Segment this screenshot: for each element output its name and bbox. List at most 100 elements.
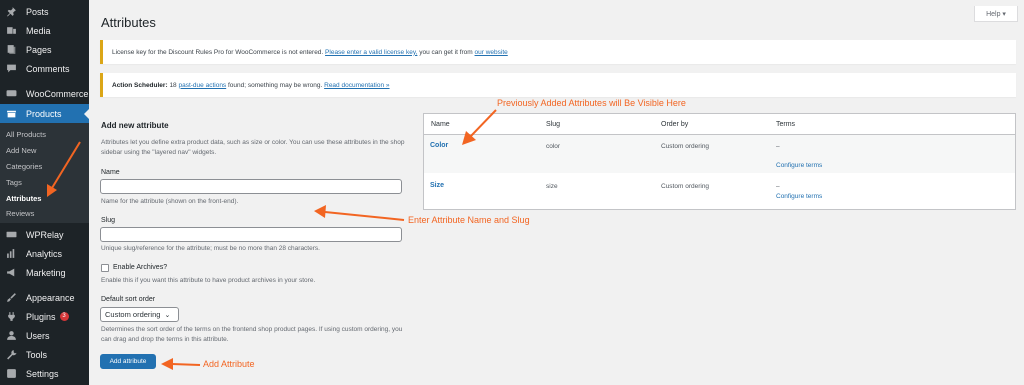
menu-label: Settings [26,368,59,379]
enable-archives-label[interactable]: Enable Archives? [113,264,167,271]
attribute-slug: size [546,183,558,190]
scheduler-count: 18 [169,81,177,89]
menu-label: Marketing [26,267,66,278]
menu-comments[interactable]: Comments [0,59,89,78]
arrow-head [161,358,173,370]
menu-label: Comments [26,63,70,74]
menu-label: Products [26,108,62,119]
menu-label: WPRelay [26,229,64,240]
megaphone-icon [5,267,17,279]
menu-label: Plugins [26,311,56,322]
column-header-name: Name [431,121,450,128]
submenu-attributes[interactable]: Attributes [6,194,41,203]
submenu-reviews[interactable]: Reviews [6,209,34,218]
menu-label: Posts [26,6,49,17]
users-icon [5,330,17,342]
woocommerce-icon [5,88,17,100]
menu-appearance[interactable]: Appearance [0,288,89,307]
enable-archives-checkbox[interactable] [101,264,109,272]
arrow-head [314,205,326,218]
license-notice-mid: you can get it from [419,48,473,56]
sort-order-value: Custom ordering [105,310,161,319]
attributes-intro: Attributes let you define extra product … [101,139,405,156]
read-documentation-link[interactable]: Read documentation » [324,82,389,89]
annotation-add: Add Attribute [203,359,255,369]
arrow-to-name-field [324,211,405,221]
sort-order-select[interactable]: Custom ordering ⌄ [100,307,179,322]
attribute-order: Custom ordering [661,143,710,150]
menu-label: Users [26,330,50,341]
name-input[interactable] [100,179,402,194]
products-submenu: All Products Add New Categories Tags Att… [0,123,89,223]
our-website-link[interactable]: our website [475,49,508,56]
menu-analytics[interactable]: Analytics [0,244,89,263]
attributes-table: Name Slug Order by Terms Color color Cus… [423,113,1016,210]
menu-marketing[interactable]: Marketing [0,263,89,282]
attribute-terms: – [776,143,780,150]
license-notice-text: License key for the Discount Rules Pro f… [112,48,324,56]
submenu-all-products[interactable]: All Products [6,130,46,139]
help-tab-button[interactable]: Help ▾ [974,6,1018,22]
slug-help: Unique slug/reference for the attribute;… [101,245,320,252]
past-due-actions-link[interactable]: past-due actions [178,82,226,89]
configure-terms-link[interactable]: Configure terms [776,193,822,200]
menu-label: Pages [26,44,52,55]
name-label: Name [101,169,120,176]
attribute-terms: – [776,183,780,190]
plugins-update-badge: 3 [59,312,69,321]
menu-label: Media [26,25,51,36]
license-key-link[interactable]: Please enter a valid license key, [325,49,417,56]
menu-settings[interactable]: Settings [0,364,89,383]
menu-pages[interactable]: Pages [0,40,89,59]
media-icon [5,25,17,37]
attribute-slug: color [546,143,561,150]
analytics-icon [5,248,17,260]
menu-woocommerce[interactable]: WooCommerce [0,84,89,103]
submenu-categories[interactable]: Categories [6,162,42,171]
submenu-add-new[interactable]: Add New [6,146,36,155]
table-row: Size size Custom ordering – Configure te… [424,173,1015,209]
table-row: Color color Custom ordering – Configure … [424,135,1015,173]
annotation-name-slug: Enter Attribute Name and Slug [408,215,530,225]
action-scheduler-notice: Action Scheduler: 18 past-due actions fo… [100,73,1016,97]
menu-label: Tools [26,349,48,360]
sort-order-help: Determines the sort order of the terms o… [101,326,403,343]
column-header-order-by: Order by [661,121,689,128]
slug-input[interactable] [100,227,402,242]
products-icon [5,108,17,120]
archives-help: Enable this if you want this attribute t… [101,277,316,284]
menu-media[interactable]: Media [0,21,89,40]
annotation-visible-here: Previously Added Attributes will Be Visi… [497,98,686,108]
sort-order-label: Default sort order [101,296,156,303]
menu-products[interactable]: Products [0,104,90,123]
plug-icon [5,311,17,323]
pin-icon [5,6,17,18]
submenu-tags[interactable]: Tags [6,178,22,187]
menu-posts[interactable]: Posts [0,2,89,21]
page-title: Attributes [101,15,156,30]
admin-sidebar: Posts Media Pages Comments WooCommerce P… [0,0,90,385]
arrow-to-add-button [171,363,201,366]
brush-icon [5,292,17,304]
chevron-down-icon: ⌄ [164,311,171,319]
attribute-name-link[interactable]: Size [430,182,444,189]
menu-wprelay[interactable]: WPRelay [0,225,89,244]
menu-users[interactable]: Users [0,326,89,345]
slug-label: Slug [101,217,116,224]
name-help: Name for the attribute (shown on the fro… [101,198,239,205]
add-attribute-button[interactable]: Add attribute [100,354,156,369]
column-header-slug: Slug [546,121,561,128]
add-attribute-heading: Add new attribute [101,121,169,130]
menu-tools[interactable]: Tools [0,345,89,364]
attribute-order: Custom ordering [661,183,710,190]
wrench-icon [5,349,17,361]
scheduler-label: Action Scheduler: [112,81,168,89]
menu-label: WooCommerce [26,88,89,99]
menu-label: Analytics [26,248,63,259]
configure-terms-link[interactable]: Configure terms [776,162,822,169]
wprelay-icon [5,229,17,241]
scheduler-text: found; something may be wrong. [228,81,323,89]
menu-plugins[interactable]: Plugins 3 [0,307,89,326]
license-notice: License key for the Discount Rules Pro f… [100,40,1016,64]
attribute-name-link[interactable]: Color [430,142,448,149]
